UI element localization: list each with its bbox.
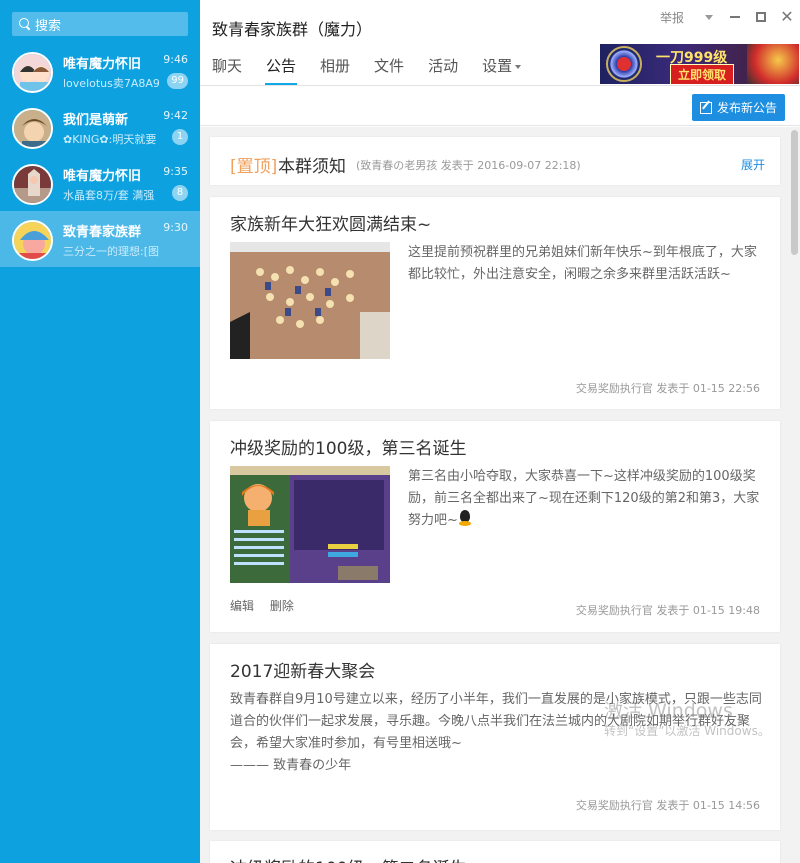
conversation-time: 9:46 <box>163 53 188 66</box>
maximize-button[interactable] <box>748 0 774 34</box>
conversation-time: 9:35 <box>163 165 188 178</box>
announcement-card: 冲级奖励的100级，第三名诞生 第三名由小哈夺取，大家恭喜一下~这样冲级奖励的1… <box>210 421 780 632</box>
activation-watermark-hint: 转到“设置”以激活 Windows。 <box>604 724 770 738</box>
expand-link[interactable]: 展开 <box>741 156 765 173</box>
announcement-title[interactable]: 家族新年大狂欢圆满结束~ <box>230 210 431 235</box>
conversation-item[interactable]: 我们是萌新 9:42 ✿KING✿:明天就要 1 <box>0 99 200 155</box>
announcement-title[interactable]: 冲级奖励的100级，第三名诞生 <box>230 434 466 459</box>
qq-penguin-emoji-icon <box>458 510 472 526</box>
announcement-title[interactable]: 冲级奖励的100级，第二名诞生 <box>230 854 466 863</box>
tab-settings[interactable]: 设置 <box>482 55 522 85</box>
announcement-card: 家族新年大狂欢圆满结束~ 这里提前预祝群里的兄弟姐妹们新年快乐~到年根底了，大家… <box>210 197 780 409</box>
unread-badge: 8 <box>172 185 188 201</box>
tab-activities[interactable]: 活动 <box>428 55 458 85</box>
tab-announcements[interactable]: 公告 <box>265 55 298 85</box>
window-controls: 举报 ✕ <box>660 0 800 34</box>
group-title: 致青春家族群（魔力） <box>212 20 373 39</box>
announcement-meta: 交易奖励执行官 发表于 01-15 22:56 <box>575 382 760 395</box>
search-box[interactable]: 搜索 <box>12 12 188 36</box>
announcement-meta: 交易奖励执行官 发表于 01-15 19:48 <box>575 604 760 617</box>
chevron-down-icon <box>705 14 713 20</box>
conversation-name: 我们是萌新 <box>63 113 129 128</box>
edit-icon <box>699 101 712 114</box>
avatar <box>12 220 53 261</box>
ad-character-image <box>747 44 799 84</box>
ad-banner[interactable]: 一刀999级 立即领取 <box>600 44 799 84</box>
close-button[interactable]: ✕ <box>774 0 800 34</box>
conversation-preview: ✿KING✿:明天就要 <box>63 133 157 146</box>
ad-claim-button[interactable]: 立即领取 <box>670 64 735 84</box>
announcement-toolbar: 发布新公告 <box>200 85 800 126</box>
conversation-preview: 三分之一的理想:[图片 <box>63 245 159 258</box>
tab-album[interactable]: 相册 <box>320 55 350 85</box>
delete-button[interactable]: 删除 <box>270 599 294 613</box>
maximize-icon <box>756 12 766 22</box>
ad-emblem <box>606 46 642 82</box>
announcement-title[interactable]: 2017迎新春大聚会 <box>230 657 375 682</box>
unread-badge: 1 <box>172 129 188 145</box>
minimize-icon <box>730 16 740 18</box>
announcement-card: 冲级奖励的100级，第二名诞生 <box>210 841 780 863</box>
group-tabs: 聊天 公告 相册 文件 活动 设置 <box>212 55 545 85</box>
pinned-label: [置顶] <box>230 157 278 177</box>
caret-down-icon <box>515 64 522 69</box>
conversation-time: 9:30 <box>163 221 188 234</box>
avatar <box>12 52 53 93</box>
announcement-image[interactable] <box>230 242 390 359</box>
conversation-item-active[interactable]: 致青春家族群 9:30 三分之一的理想:[图片 <box>0 211 200 267</box>
conversation-name: 唯有魔力怀旧 <box>63 169 142 184</box>
activation-watermark: 激活 Windows <box>604 700 733 722</box>
conversation-item[interactable]: 唯有魔力怀旧 9:46 lovelotus卖7A8A9A 99 <box>0 43 200 99</box>
feed-scrollbar[interactable] <box>791 130 798 255</box>
conversation-time: 9:42 <box>163 109 188 122</box>
announcement-meta: 交易奖励执行官 发表于 01-15 14:56 <box>575 799 760 812</box>
report-button[interactable]: 举报 <box>660 9 684 26</box>
pinned-title: 本群须知 <box>278 157 346 177</box>
avatar <box>12 164 53 205</box>
unread-badge: 99 <box>167 73 188 89</box>
publish-label: 发布新公告 <box>716 101 777 115</box>
tab-chat[interactable]: 聊天 <box>212 55 242 85</box>
conversation-name: 致青春家族群 <box>63 225 142 240</box>
tab-settings-label: 设置 <box>482 57 513 75</box>
announcement-body: 第三名由小哈夺取，大家恭喜一下~这样冲级奖励的100级奖励，前三名全都出来了~现… <box>408 466 766 532</box>
group-panel: 致青春家族群（魔力） 举报 ✕ 聊天 公告 相册 文件 活动 设置 一刀999级… <box>200 0 800 863</box>
announcement-feed: [置顶] 本群须知 (致青春の老男孩 发表于 2016-09-07 22:18)… <box>200 127 800 863</box>
pinned-meta: (致青春の老男孩 发表于 2016-09-07 22:18) <box>356 159 581 172</box>
search-placeholder: 搜索 <box>35 18 62 34</box>
edit-button[interactable]: 编辑 <box>230 599 254 613</box>
conversation-sidebar: 搜索 唯有魔力怀旧 9:46 lovelotus卖7A8A9A 99 我们是萌新… <box>0 0 200 863</box>
announcement-signature: ——— 致青春の少年 <box>230 758 352 773</box>
conversation-item[interactable]: 唯有魔力怀旧 9:35 水晶套8万/套 满强 8 <box>0 155 200 211</box>
announcement-body: 这里提前预祝群里的兄弟姐妹们新年快乐~到年根底了，大家都比较忙，外出注意安全，闲… <box>408 245 757 282</box>
pinned-announcement: [置顶] 本群须知 (致青春の老男孩 发表于 2016-09-07 22:18)… <box>210 137 780 185</box>
search-icon <box>19 18 31 30</box>
minimize-button[interactable] <box>722 0 748 34</box>
announcement-actions: 编辑 删除 <box>230 597 306 614</box>
close-icon: ✕ <box>780 7 794 26</box>
avatar <box>12 108 53 149</box>
conversation-name: 唯有魔力怀旧 <box>63 57 142 72</box>
tab-files[interactable]: 文件 <box>374 55 404 85</box>
announcement-image[interactable] <box>230 466 390 583</box>
publish-announcement-button[interactable]: 发布新公告 <box>691 94 785 121</box>
dropdown-button[interactable] <box>696 0 722 34</box>
conversation-preview: 水晶套8万/套 满强 <box>63 189 155 202</box>
conversation-preview: lovelotus卖7A8A9A <box>63 77 159 90</box>
